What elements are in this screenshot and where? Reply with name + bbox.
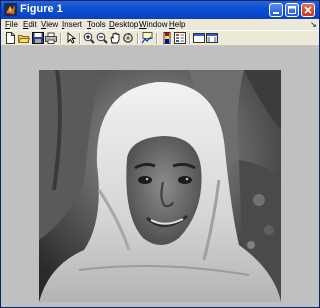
zoom-out-icon[interactable] xyxy=(96,32,108,44)
rotate-3d-icon[interactable] xyxy=(122,32,134,44)
matlab-logo-icon xyxy=(4,3,17,16)
figure-canvas xyxy=(1,46,319,307)
data-cursor-icon[interactable] xyxy=(141,32,153,44)
toolbar-separator xyxy=(60,33,62,44)
menu-help[interactable]: Help xyxy=(169,19,185,30)
figure-toolbar xyxy=(1,30,319,46)
menu-insert[interactable]: Insert xyxy=(62,19,82,30)
menu-label-rest: ile xyxy=(9,20,18,29)
window-title: Figure 1 xyxy=(20,3,63,15)
figure-window: Figure 1 File Edit View Insert Tools Desktop W… xyxy=(0,0,320,308)
toolbar-separator xyxy=(79,33,81,44)
open-file-icon[interactable] xyxy=(18,32,30,44)
pan-hand-icon[interactable] xyxy=(109,32,121,44)
menu-edit[interactable]: Edit xyxy=(23,19,37,30)
menu-label-rest: nsert xyxy=(64,20,83,29)
menu-file[interactable]: File xyxy=(5,19,18,30)
menu-label-rest: indow xyxy=(146,20,168,29)
menu-window[interactable]: Window xyxy=(139,19,167,30)
menu-desktop[interactable]: Desktop xyxy=(109,19,138,30)
insert-legend-icon[interactable] xyxy=(174,32,186,44)
new-figure-icon[interactable] xyxy=(4,32,16,44)
edit-plot-arrow-icon[interactable] xyxy=(65,32,77,44)
close-button[interactable] xyxy=(301,3,315,17)
menu-label-rest: iew xyxy=(46,20,59,29)
toolbar-separator xyxy=(189,33,191,44)
insert-colorbar-icon[interactable] xyxy=(161,32,173,44)
maximize-button[interactable] xyxy=(285,3,299,17)
toolbar-separator xyxy=(137,33,139,44)
menu-tools[interactable]: Tools xyxy=(87,19,106,30)
show-plot-tools-icon[interactable] xyxy=(206,32,218,44)
toolbar-separator xyxy=(156,33,158,44)
dock-arrow-icon[interactable]: ↘ xyxy=(310,20,317,29)
menu-label-rest: elp xyxy=(174,20,186,29)
zoom-in-icon[interactable] xyxy=(83,32,95,44)
minimize-icon xyxy=(273,12,279,14)
menu-view[interactable]: View xyxy=(41,19,58,30)
print-icon[interactable] xyxy=(45,32,57,44)
hide-plot-tools-icon[interactable] xyxy=(193,32,205,44)
menu-label-rest: esktop xyxy=(114,20,139,29)
title-bar[interactable]: Figure 1 xyxy=(1,1,319,19)
grayscale-photo[interactable] xyxy=(39,70,281,302)
minimize-button[interactable] xyxy=(269,3,283,17)
menu-label-rest: dit xyxy=(28,20,37,29)
menu-bar: File Edit View Insert Tools Desktop Window Help… xyxy=(1,19,319,30)
close-icon xyxy=(304,6,312,14)
save-icon[interactable] xyxy=(32,32,44,44)
menu-label-rest: ools xyxy=(91,20,106,29)
menu-accelerator: W xyxy=(139,20,147,29)
maximize-icon xyxy=(288,6,296,14)
